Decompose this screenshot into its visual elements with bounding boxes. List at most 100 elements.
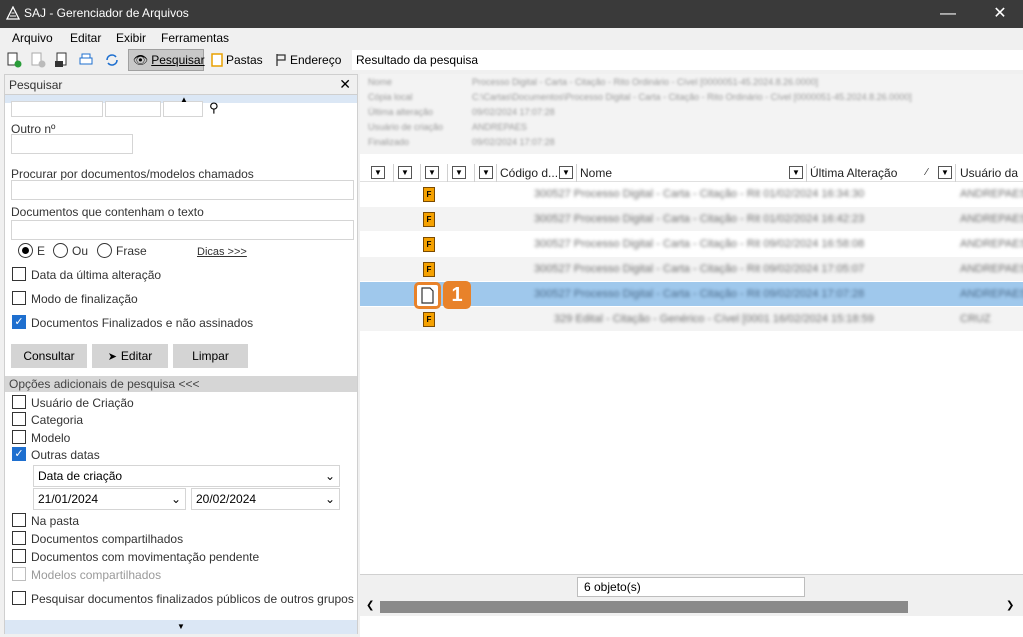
column-divider [420,164,421,182]
column-dropdown-icon[interactable]: ▼ [398,166,412,179]
check-finalizados-nao-assinados[interactable]: ✓ [12,315,26,329]
row-user: ANDREPAES [960,288,1023,300]
column-dropdown-icon[interactable]: ▼ [789,166,803,179]
pastas-label: Pastas [226,53,263,67]
consultar-button[interactable]: Consultar [11,344,87,368]
minimize-icon[interactable]: — [925,0,971,28]
data-inicio-select[interactable]: 21/01/2024 ⌄ [33,488,186,510]
scroll-down-icon[interactable]: ▼ [5,620,357,634]
radio-e[interactable] [18,243,33,258]
object-count: 6 objeto(s) [577,577,805,597]
outro-field[interactable] [11,134,133,154]
pastas-button[interactable]: Pastas [207,49,267,71]
menu-ferramentas[interactable]: Ferramentas [161,31,229,45]
check-categoria[interactable] [12,412,26,426]
outras-datas-label: Outras datas [31,448,100,462]
row-text: 329 Edital - Citação - Genérico - Cível … [554,313,874,325]
column-divider [806,164,807,182]
blank-document-icon [421,287,434,304]
dicas-link[interactable]: Dicas >>> [197,246,247,258]
horizontal-scrollbar[interactable]: ❮ ❯ [360,598,1023,616]
check-movimentacao-pendente[interactable] [12,549,26,563]
menu-editar[interactable]: Editar [70,31,101,45]
column-divider [447,164,448,182]
table-row[interactable]: F 300527 Processo Digital - Carta - Cita… [360,182,1023,206]
column-codigo[interactable]: Código d... [500,165,558,181]
pesquisar-button[interactable]: 👁 Pesquisar [128,49,205,71]
status-bar: 6 objeto(s) [360,574,1023,598]
check-modelo[interactable] [12,430,26,444]
document-properties-icon[interactable] [52,50,72,70]
row-text: 300527 Processo Digital - Carta - Citaçã… [534,238,865,250]
check-documentos-compartilhados[interactable] [12,531,26,545]
radio-e-label: E [37,244,46,258]
search-icon[interactable]: ⚲ [209,100,219,116]
endereco-button[interactable]: Endereço [271,49,351,71]
modo-finalizacao-label: Modo de finalização [31,292,138,306]
row-user: ANDREPAES [960,188,1023,200]
check-outras-datas[interactable]: ✓ [12,447,26,461]
data-inicio-value: 21/01/2024 [38,492,99,506]
detail-row: Cópia local C:\Cartas\Documentos\Processo… [368,92,912,102]
check-usuario-criacao[interactable] [12,395,26,409]
print-icon[interactable] [76,50,96,70]
column-dropdown-icon[interactable]: ▼ [479,166,493,179]
table-row[interactable]: F 300527 Processo Digital - Carta - Cita… [360,257,1023,281]
column-dropdown-icon[interactable]: ▼ [452,166,466,179]
row-text: 300527 Processo Digital - Carta - Citaçã… [534,213,865,225]
column-divider [496,164,497,182]
close-icon[interactable]: ✕ [977,0,1023,28]
highlighted-document-icon[interactable] [414,282,441,309]
column-dropdown-icon[interactable]: ▼ [938,166,952,179]
data-fim-select[interactable]: 20/02/2024 ⌄ [191,488,340,510]
opcoes-adicionais-header[interactable]: Opções adicionais de pesquisa <<< [5,376,357,392]
copy-document-icon[interactable] [28,50,48,70]
number-field-1[interactable] [11,101,103,117]
column-divider [576,164,577,182]
na-pasta-label: Na pasta [31,514,80,528]
column-dropdown-icon[interactable]: ▼ [559,166,573,179]
scroll-right-icon[interactable]: ❯ [1006,600,1014,611]
column-dropdown-icon[interactable]: ▼ [371,166,385,179]
column-nome[interactable]: Nome [580,165,612,181]
row-user: ANDREPAES [960,213,1023,225]
tipo-data-select[interactable]: Data de criação ⌄ [33,465,340,487]
chevron-down-icon: ⌄ [324,492,335,506]
radio-frase[interactable] [97,243,112,258]
new-document-icon[interactable] [4,50,24,70]
scroll-left-icon[interactable]: ❮ [366,600,374,611]
menu-arquivo[interactable]: Arquivo [12,31,53,45]
row-text: 300527 Processo Digital - Carta - Citaçã… [534,188,865,200]
check-modo-finalizacao[interactable] [12,291,26,305]
column-ultima-alteracao[interactable]: Última Alteração [810,165,897,181]
address-field[interactable]: Resultado da pesquisa [352,50,1023,70]
editar-button[interactable]: ➤ Editar [92,344,168,368]
column-usuario[interactable]: Usuário da [960,165,1018,181]
menu-exibir[interactable]: Exibir [116,31,146,45]
check-na-pasta[interactable] [12,513,26,527]
contenham-field[interactable] [11,220,354,240]
number-field-2[interactable] [105,101,161,117]
check-modelos-compartilhados [12,567,26,581]
window-title: SAJ - Gerenciador de Arquivos [24,6,189,20]
scroll-up-icon[interactable]: ▲ [180,95,188,104]
check-data-ultima-alteracao[interactable] [12,267,26,281]
finalized-document-icon: F [423,262,435,277]
check-finalizados-publicos[interactable] [12,591,26,605]
close-panel-icon[interactable]: ✕ [339,76,351,93]
table-row[interactable]: F 329 Edital - Citação - Genérico - Cíve… [360,307,1023,331]
procurar-field[interactable] [11,180,354,200]
limpar-button[interactable]: Limpar [173,344,248,368]
folder-icon [211,53,223,67]
column-divider [393,164,394,182]
scrollbar-thumb[interactable] [380,601,908,613]
refresh-icon[interactable] [102,50,122,70]
table-row[interactable]: F 300527 Processo Digital - Carta - Cita… [360,232,1023,256]
finalized-document-icon: F [423,187,435,202]
search-panel-header: Pesquisar ✕ [5,75,357,95]
column-dropdown-icon[interactable]: ▼ [425,166,439,179]
radio-ou-label: Ou [72,244,89,258]
radio-ou[interactable] [53,243,68,258]
table-row[interactable]: F 300527 Processo Digital - Carta - Cita… [360,207,1023,231]
app-logo-icon [6,6,20,20]
